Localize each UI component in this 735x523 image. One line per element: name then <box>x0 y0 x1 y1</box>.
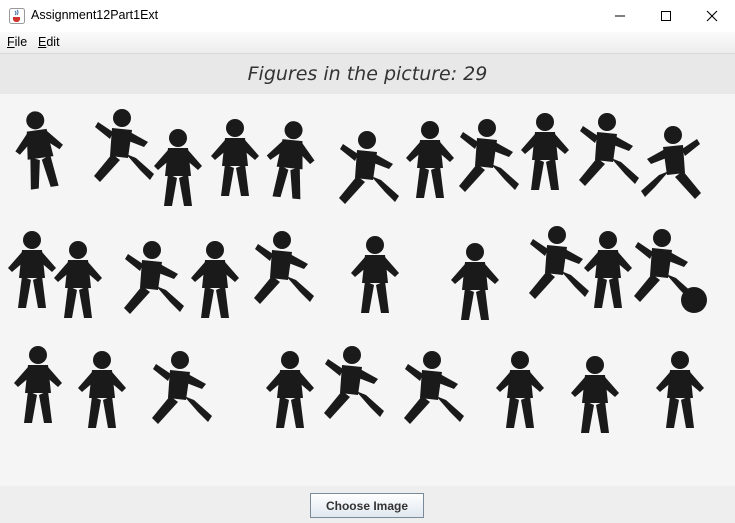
figures-group <box>8 108 707 433</box>
children-silhouettes-image <box>8 108 707 433</box>
maximize-icon <box>661 11 671 21</box>
close-icon <box>706 10 718 22</box>
title-bar: Assignment12Part1Ext <box>0 0 735 32</box>
menu-file[interactable]: File <box>7 35 27 49</box>
choose-image-button[interactable]: Choose Image <box>310 493 424 518</box>
menu-edit[interactable]: Edit <box>38 35 60 49</box>
close-button[interactable] <box>689 0 735 32</box>
minimize-button[interactable] <box>597 0 643 32</box>
menu-bar: File Edit <box>0 32 735 54</box>
picture-panel <box>0 94 735 486</box>
java-cup-icon <box>9 8 25 24</box>
minimize-icon <box>615 15 625 17</box>
window-title: Assignment12Part1Ext <box>31 8 159 22</box>
maximize-button[interactable] <box>643 0 689 32</box>
figures-count-label: Figures in the picture: 29 <box>247 63 488 85</box>
